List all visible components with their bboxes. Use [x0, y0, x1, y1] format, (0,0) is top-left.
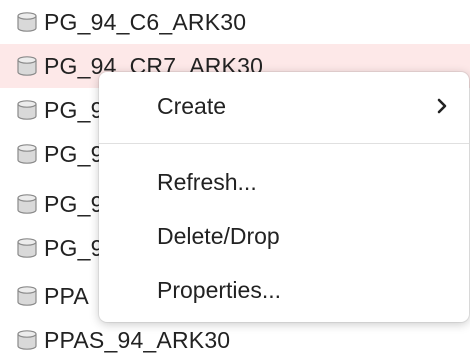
menu-divider [99, 143, 469, 144]
object-explorer: PG_94_C6_ARK30 PG_94_CR7_ARK30 PG_9 PG_9 [0, 0, 470, 358]
tree-item-label: PG_9 [44, 140, 104, 167]
tree-item-server[interactable]: PPAS_94_ARK30 [0, 318, 470, 358]
database-icon [16, 55, 38, 77]
database-icon [16, 99, 38, 121]
context-menu: Create Refresh... Delete/Drop Properties… [99, 72, 469, 322]
menu-item-create[interactable]: Create [99, 84, 469, 128]
menu-item-label: Delete/Drop [157, 222, 280, 249]
tree-item-label: PG_9 [44, 190, 104, 217]
menu-item-refresh[interactable]: Refresh... [99, 160, 469, 204]
menu-item-delete-drop[interactable]: Delete/Drop [99, 214, 469, 258]
tree-item-label: PPA [44, 282, 89, 309]
database-icon [16, 143, 38, 165]
menu-item-properties[interactable]: Properties... [99, 268, 469, 312]
tree-item-label: PG_9 [44, 96, 104, 123]
tree-item-label: PG_9 [44, 234, 104, 261]
database-icon [16, 11, 38, 33]
database-icon [16, 285, 38, 307]
database-icon [16, 329, 38, 351]
database-icon [16, 193, 38, 215]
chevron-right-icon [435, 97, 449, 115]
menu-item-label: Create [157, 92, 227, 119]
database-icon [16, 237, 38, 259]
tree-item-label: PG_94_C6_ARK30 [44, 8, 247, 35]
menu-item-label: Refresh... [157, 168, 257, 195]
tree-item-server[interactable]: PG_94_C6_ARK30 [0, 0, 470, 44]
menu-item-label: Properties... [157, 276, 281, 303]
tree-item-label: PPAS_94_ARK30 [44, 326, 231, 353]
